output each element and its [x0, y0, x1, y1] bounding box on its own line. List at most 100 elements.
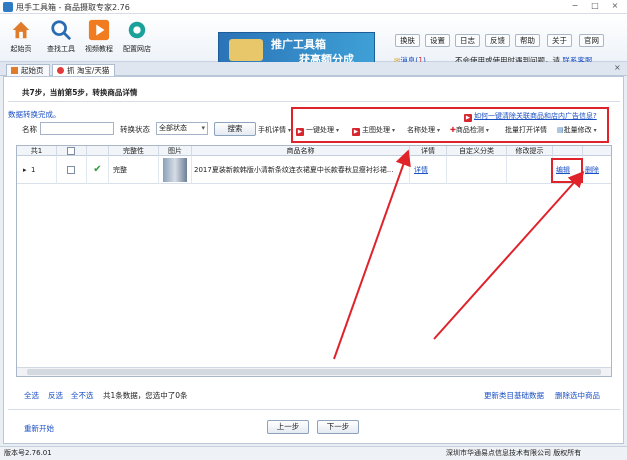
main-toolbar: 起始页 查找工具 视频教程 配置网店 推广工具箱 获高额分成 换肤 设置 日志 … — [0, 14, 627, 66]
play-icon — [88, 19, 110, 41]
op-name[interactable]: 名称处理 ▾ — [407, 125, 440, 135]
status-filter-select[interactable]: 全部状态 — [156, 122, 208, 135]
website-button[interactable]: 官网 — [579, 34, 604, 47]
settings-button[interactable]: 设置 — [425, 34, 450, 47]
highlight-box-edit — [551, 158, 583, 183]
window-title: 甩手工具箱 - 商品摄取专家2.76 — [16, 3, 130, 12]
select-none-link[interactable]: 全不选 — [71, 390, 94, 401]
home-icon — [12, 21, 30, 39]
tab-taobao[interactable]: 抓 淘宝/天猫 — [52, 64, 116, 76]
col-edit — [553, 146, 583, 156]
row-detail-cell: 详情 — [410, 156, 447, 184]
promo-banner[interactable]: 推广工具箱 获高额分成 — [218, 32, 375, 66]
skin-button[interactable]: 换肤 — [395, 34, 420, 47]
feedback-button[interactable]: 反馈 — [485, 34, 510, 47]
next-step-button[interactable]: 下一步 — [317, 420, 359, 434]
status-bar: 版本号2.76.01 深圳市华通易点信息技术有限公司 版权所有 — [0, 446, 627, 460]
row-product-name: 2017夏装新款韩版小清新条纹连衣裙夏中长款春秋显瘦衬衫裙... — [192, 156, 410, 184]
select-all-link[interactable]: 全选 — [24, 390, 39, 401]
toolbar-config-store-label: 配置网店 — [123, 45, 151, 53]
row-index: 1 — [30, 166, 36, 174]
copyright-text: 深圳市华通易点信息技术有限公司 版权所有 — [446, 449, 582, 457]
select-all-checkbox[interactable] — [67, 147, 75, 155]
name-filter-input[interactable] — [40, 122, 114, 135]
version-text: 版本号2.76.01 — [4, 449, 52, 457]
delete-selected-link[interactable]: 删除选中商品 — [555, 390, 600, 401]
toolbar-find-tools-button[interactable]: 查找工具 — [44, 17, 78, 61]
divider — [8, 409, 620, 410]
tab-bar: 起始页 抓 淘宝/天猫 × — [0, 62, 627, 76]
op-one-click[interactable]: ▶ 一键处理 ▾ — [296, 125, 339, 136]
chevron-down-icon: ▾ — [485, 127, 489, 134]
update-category-link[interactable]: 更新类目基础数据 — [484, 390, 544, 401]
gear-icon — [128, 21, 146, 39]
op-main-image[interactable]: ▶ 主图处理 ▾ — [352, 125, 395, 136]
row-delete-link[interactable]: 删除 — [585, 166, 599, 174]
status-message: 数据转换完成。 — [8, 110, 61, 119]
invert-selection-link[interactable]: 反选 — [48, 390, 63, 401]
op-one-click-label: 一键处理 — [306, 126, 334, 134]
horizontal-scrollbar[interactable] — [17, 367, 611, 376]
op-batch-edit-label: 批量修改 — [563, 126, 592, 134]
toolbar-home-label: 起始页 — [10, 45, 32, 53]
tab-home[interactable]: 起始页 — [6, 64, 50, 76]
prev-step-button[interactable]: 上一步 — [267, 420, 309, 434]
minimize-button[interactable]: − — [566, 1, 584, 13]
search-button[interactable]: 搜索 — [214, 122, 256, 136]
help-button[interactable]: 帮助 — [515, 34, 540, 47]
toolbar-find-tools-label: 查找工具 — [47, 45, 75, 53]
name-filter-label: 名称 — [22, 125, 37, 134]
selection-summary: 共1条数据，您选中了0条 — [103, 391, 188, 400]
restart-link[interactable]: 重新开始 — [24, 423, 54, 434]
maximize-button[interactable]: □ — [586, 1, 604, 13]
log-button[interactable]: 日志 — [455, 34, 480, 47]
product-grid: 共1 完整性 图片 商品名称 详情 自定义分类 修改提示 ▸ 1 ✔ 完整 20… — [16, 145, 612, 377]
col-image: 图片 — [159, 146, 192, 156]
taobao-icon — [57, 67, 64, 74]
col-delete — [583, 146, 611, 156]
status-filter-label: 转换状态 — [120, 125, 150, 134]
home-icon — [11, 67, 18, 74]
row-select-cell[interactable] — [57, 156, 87, 184]
tab-home-label: 起始页 — [21, 66, 44, 75]
toolbar-video-button[interactable]: 视频教程 — [82, 17, 116, 61]
status-filter-value: 全部状态 — [159, 124, 187, 132]
row-index-cell: ▸ 1 — [17, 156, 57, 184]
col-name: 商品名称 — [192, 146, 410, 156]
title-bar: 甩手工具箱 - 商品摄取专家2.76 − □ × — [0, 0, 627, 14]
op-batch-edit[interactable]: ▤批量修改 ▾ — [557, 125, 597, 135]
check-icon: ✔ — [87, 156, 109, 184]
gift-icon — [229, 39, 263, 61]
edit-icon: ▤ — [557, 126, 564, 134]
row-detail-link[interactable]: 详情 — [414, 166, 428, 174]
col-detail: 详情 — [410, 146, 447, 156]
toolbar-video-label: 视频教程 — [85, 45, 113, 53]
grid-header: 共1 完整性 图片 商品名称 详情 自定义分类 修改提示 — [17, 146, 611, 156]
row-checkbox[interactable] — [67, 166, 75, 174]
tab-taobao-label: 抓 淘宝/天猫 — [67, 66, 110, 75]
op-name-label: 名称处理 — [407, 126, 435, 134]
toolbar-config-store-button[interactable]: 配置网店 — [120, 17, 154, 61]
close-tab-icon[interactable]: × — [614, 63, 621, 72]
op-check-label: 商品检测 — [455, 126, 484, 134]
table-row[interactable]: ▸ 1 ✔ 完整 2017夏装新款韩版小清新条纹连衣裙夏中长款春秋显瘦衬衫裙..… — [17, 156, 611, 184]
op-main-image-label: 主图处理 — [362, 126, 390, 134]
op-batch-open[interactable]: 批量打开详情 — [505, 125, 547, 135]
op-mobile-detail[interactable]: 手机详情 ▾ — [258, 125, 291, 135]
product-thumbnail[interactable] — [163, 158, 187, 182]
row-integrity: 完整 — [109, 156, 159, 184]
promo-line1: 推广工具箱 — [271, 38, 326, 51]
app-icon — [3, 2, 13, 12]
help-link[interactable]: ▶ 如何一键清除关联商品和店内广告信息? — [464, 111, 597, 122]
close-button[interactable]: × — [606, 1, 624, 13]
col-status — [87, 146, 109, 156]
toolbar-home-button[interactable]: 起始页 — [4, 17, 38, 61]
video-badge-icon: ▶ — [464, 114, 472, 122]
about-button[interactable]: 关于 — [547, 34, 572, 47]
row-custom-category[interactable] — [447, 156, 507, 184]
col-select-all[interactable] — [57, 146, 87, 156]
scrollbar-thumb[interactable] — [27, 369, 601, 375]
op-check[interactable]: ✚商品检测 ▾ — [450, 125, 489, 135]
row-edit-hint — [507, 156, 553, 184]
help-link-text: 如何一键清除关联商品和店内广告信息? — [474, 112, 597, 120]
